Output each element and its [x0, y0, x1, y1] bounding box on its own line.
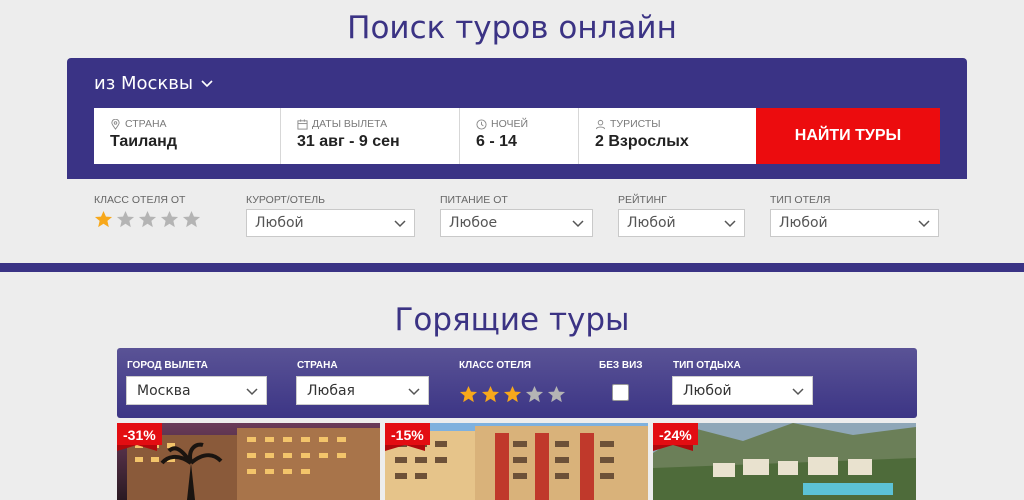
departure-city-label: ГОРОД ВЫЛЕТА	[127, 360, 208, 371]
departure-city-dropdown[interactable]: из Москвы	[94, 73, 213, 94]
departure-city-value: Москва	[137, 383, 191, 399]
dates-field[interactable]: ДАТЫ ВЫЛЕТА 31 авг - 9 сен	[281, 108, 460, 164]
rating-value: Любой	[627, 215, 676, 231]
rest-type-label: ТИП ОТДЫХА	[673, 360, 741, 371]
calendar-icon	[297, 118, 308, 130]
star-icon[interactable]	[116, 210, 135, 229]
search-fields: СТРАНА Таиланд ДАТЫ ВЫЛЕТА 31 авг - 9 се…	[94, 108, 756, 164]
star-icon[interactable]	[547, 385, 566, 404]
rating-filter: РЕЙТИНГ Любой	[618, 194, 745, 237]
chevron-down-icon	[724, 220, 736, 228]
hotel-type-filter: ТИП ОТЕЛЯ Любой	[770, 194, 939, 237]
tourists-label: ТУРИСТЫ	[610, 118, 661, 130]
discount-ribbon-tail	[117, 445, 157, 451]
hotel-class-stars	[94, 210, 201, 229]
clock-icon	[476, 118, 487, 130]
star-icon[interactable]	[481, 385, 500, 404]
dates-value: 31 авг - 9 сен	[297, 133, 400, 150]
hotel-type-value: Любой	[779, 215, 828, 231]
country-label: СТРАНА	[125, 118, 167, 130]
chevron-down-icon	[572, 220, 584, 228]
meal-value: Любое	[449, 215, 498, 231]
section-divider	[0, 263, 1024, 272]
resort-value: Любой	[255, 215, 304, 231]
tourists-value: 2 Взрослых	[595, 133, 689, 150]
star-icon[interactable]	[138, 210, 157, 229]
discount-ribbon-tail	[653, 445, 693, 451]
star-icon[interactable]	[182, 210, 201, 229]
rating-select[interactable]: Любой	[618, 209, 745, 237]
hot-class-label: КЛАСС ОТЕЛЯ	[459, 360, 532, 371]
hotel-class-label: КЛАСС ОТЕЛЯ ОТ	[94, 194, 186, 206]
find-tours-button[interactable]: НАЙТИ ТУРЫ	[756, 108, 940, 164]
country-value: Таиланд	[110, 133, 177, 150]
hot-tour-card[interactable]: -31%	[117, 423, 380, 500]
nights-field[interactable]: НОЧЕЙ 6 - 14	[460, 108, 579, 164]
resort-select[interactable]: Любой	[246, 209, 415, 237]
resort-filter: КУРОРТ/ОТЕЛЬ Любой	[246, 194, 415, 237]
chevron-down-icon	[201, 79, 213, 87]
discount-badge: -31%	[117, 423, 162, 445]
hot-tours-title: Горящие туры	[394, 302, 630, 338]
hot-country-value: Любая	[307, 383, 355, 399]
star-icon[interactable]	[525, 385, 544, 404]
page-title: Поиск туров онлайн	[347, 10, 677, 46]
rating-label: РЕЙТИНГ	[618, 194, 667, 206]
meal-filter: ПИТАНИЕ ОТ Любое	[440, 194, 593, 237]
chevron-down-icon	[394, 220, 406, 228]
chevron-down-icon	[246, 388, 258, 396]
departure-city-select[interactable]: Москва	[126, 376, 267, 405]
star-icon[interactable]	[459, 385, 478, 404]
hotel-class-filter: КЛАСС ОТЕЛЯ ОТ	[94, 194, 201, 228]
departure-city-label: из Москвы	[94, 73, 194, 94]
hot-class-stars	[459, 385, 566, 404]
person-icon	[595, 119, 606, 129]
discount-badge: -24%	[653, 423, 698, 445]
resort-label: КУРОРТ/ОТЕЛЬ	[246, 194, 326, 206]
tourists-field[interactable]: ТУРИСТЫ 2 Взрослых	[579, 108, 756, 164]
hot-country-label: СТРАНА	[297, 360, 338, 371]
hotel-type-select[interactable]: Любой	[770, 209, 939, 237]
search-panel: из Москвы СТРАНА Таиланд ДАТЫ ВЫЛЕТА 31 …	[67, 58, 967, 179]
discount-badge: -15%	[385, 423, 430, 445]
map-pin-icon	[111, 118, 120, 130]
meal-select[interactable]: Любое	[440, 209, 593, 237]
discount-ribbon-tail	[385, 445, 425, 451]
no-visa-checkbox[interactable]	[612, 384, 629, 401]
hot-tour-card[interactable]: -15%	[385, 423, 648, 500]
star-icon[interactable]	[94, 210, 113, 229]
hotel-type-label: ТИП ОТЕЛЯ	[770, 194, 831, 206]
star-icon[interactable]	[160, 210, 179, 229]
country-field[interactable]: СТРАНА Таиланд	[94, 108, 281, 164]
hot-tours-filter-panel: ГОРОД ВЫЛЕТА Москва СТРАНА Любая КЛАСС О…	[117, 348, 917, 418]
meal-label: ПИТАНИЕ ОТ	[440, 194, 508, 206]
rest-type-value: Любой	[683, 383, 732, 399]
star-icon[interactable]	[503, 385, 522, 404]
nights-label: НОЧЕЙ	[491, 118, 529, 130]
hot-country-select[interactable]: Любая	[296, 376, 429, 405]
hot-tour-card[interactable]: -24%	[653, 423, 916, 500]
dates-label: ДАТЫ ВЫЛЕТА	[312, 118, 388, 130]
chevron-down-icon	[918, 220, 930, 228]
nights-value: 6 - 14	[476, 133, 517, 150]
chevron-down-icon	[408, 388, 420, 396]
rest-type-select[interactable]: Любой	[672, 376, 813, 405]
no-visa-label: БЕЗ ВИЗ	[599, 360, 643, 371]
chevron-down-icon	[792, 388, 804, 396]
